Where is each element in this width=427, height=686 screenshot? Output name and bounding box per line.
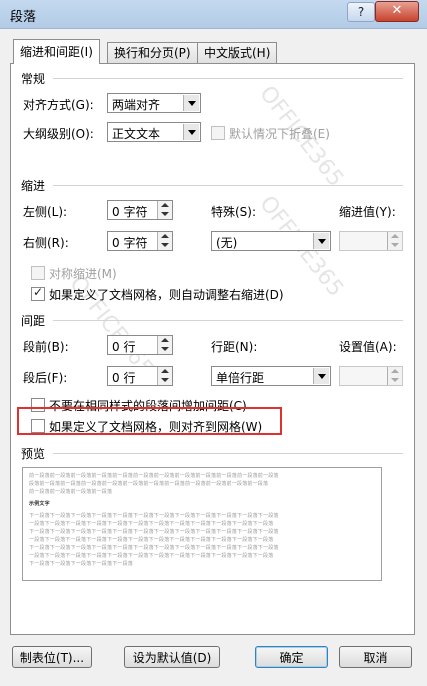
- preview-current-line: 示例文字: [29, 501, 50, 507]
- space-before-spinner[interactable]: 0 行: [107, 335, 173, 355]
- spin-down-icon[interactable]: [157, 210, 172, 219]
- line-spacing-value: 单倍行距: [216, 371, 265, 385]
- mirror-indents-checkbox[interactable]: [31, 266, 45, 280]
- section-preview-heading: 预览: [21, 447, 46, 461]
- alignment-label: 对齐方式(G):: [23, 98, 94, 112]
- preview-prev-line: 前一段落前一段落前一段落前一段落前一段落前一段落前一段落前一段落前一段落前一段落…: [29, 473, 279, 479]
- space-after-value: 0 行: [112, 371, 136, 385]
- auto-adjust-right-indent-checkbox[interactable]: [31, 285, 45, 301]
- annotation-highlight-box: [17, 407, 282, 435]
- preview-next-line: 下一段落下一段落下一段落下一段落下一段落下一段落下一段落下一段落下一段落下一段落…: [29, 513, 279, 519]
- spacing-at-spinner[interactable]: [339, 366, 403, 386]
- chevron-down-icon: [313, 233, 329, 249]
- help-button[interactable]: ?: [347, 2, 375, 22]
- space-before-label: 段前(B):: [23, 340, 69, 354]
- collapsed-checkbox[interactable]: [211, 126, 225, 140]
- space-after-spinner[interactable]: 0 行: [107, 366, 173, 386]
- cancel-button[interactable]: 取消: [339, 646, 412, 668]
- preview-next-line: 一段落下一段落下一段落下一段落下一段落下一段落下一段落下一段落下一段落下一段落下…: [29, 521, 274, 527]
- indent-left-value: 0 字符: [112, 205, 148, 219]
- chevron-down-icon: [183, 95, 199, 111]
- paragraph-preview: 前一段落前一段落前一段落前一段落前一段落前一段落前一段落前一段落前一段落前一段落…: [22, 467, 382, 581]
- dialog-body: 缩进和间距(I) 换行和分页(P) 中文版式(H) OFFICE365 OFFI…: [0, 29, 427, 686]
- spin-down-icon[interactable]: [157, 241, 172, 250]
- space-before-value: 0 行: [112, 340, 136, 354]
- indent-right-value: 0 字符: [112, 236, 148, 250]
- indent-left-label: 左侧(L):: [23, 205, 68, 219]
- preview-prev-line: 段落前一段落前一段落前一段落前一段落前一段落前一段落前一段落前一段落前一段落前一…: [29, 481, 269, 487]
- chevron-down-icon: [313, 368, 329, 384]
- paragraph-dialog: 段落 ? ✕ 缩进和间距(I) 换行和分页(P) 中文版式(H) OFFICE3…: [0, 0, 427, 686]
- collapsed-label: 默认情况下折叠(E): [229, 127, 330, 141]
- preview-next-line: 下一段落下一段落下一段落下一段落下一段落下一段落下一段落下一段落下一段落下一段落…: [29, 545, 279, 551]
- indent-right-spinner[interactable]: 0 字符: [107, 231, 173, 251]
- preview-next-line: 下一段落下一段落下一段落下一段落下一段落下一段落下一段落下一段落下一段落下一段落…: [29, 529, 279, 535]
- indent-by-spinner[interactable]: [339, 231, 403, 251]
- indent-right-label: 右侧(R):: [23, 236, 69, 250]
- section-spacing-heading: 间距: [21, 314, 46, 328]
- close-button[interactable]: ✕: [375, 1, 419, 22]
- spacing-at-label: 设置值(A):: [339, 340, 397, 354]
- set-default-button[interactable]: 设为默认值(D): [124, 646, 220, 668]
- outline-level-dropdown[interactable]: 正文文本: [107, 122, 201, 142]
- divider: [53, 78, 403, 79]
- divider: [53, 453, 403, 454]
- auto-adjust-right-indent-label: 如果定义了文档网格，则自动调整右缩进(D): [49, 288, 284, 302]
- alignment-dropdown[interactable]: 两端对齐: [107, 93, 201, 113]
- preview-prev-line: 前一段落前一段落前一段落前一段落: [29, 489, 113, 495]
- spin-down-icon[interactable]: [157, 376, 172, 385]
- indent-by-label: 缩进值(Y):: [339, 205, 396, 219]
- dialog-title: 段落: [10, 10, 37, 25]
- spin-down-icon[interactable]: [157, 345, 172, 354]
- tab-indents-spacing[interactable]: 缩进和间距(I): [13, 39, 100, 64]
- special-indent-dropdown[interactable]: (无): [211, 231, 331, 251]
- space-after-label: 段后(F):: [23, 371, 68, 385]
- tabs-button[interactable]: 制表位(T)...: [12, 646, 92, 668]
- divider: [53, 320, 403, 321]
- ok-button[interactable]: 确定: [255, 646, 328, 668]
- divider: [53, 185, 403, 186]
- alignment-value: 两端对齐: [112, 98, 161, 112]
- chevron-down-icon: [183, 124, 199, 140]
- special-indent-label: 特殊(S):: [211, 205, 257, 219]
- line-spacing-dropdown[interactable]: 单倍行距: [211, 366, 331, 386]
- tab-asian-typography[interactable]: 中文版式(H): [197, 42, 278, 63]
- preview-next-line: 下一段落下一段落下一段落下一段落下一段落: [29, 561, 134, 567]
- outline-level-value: 正文文本: [112, 127, 161, 141]
- preview-next-line: 一段落下一段落下一段落下一段落下一段落下一段落下一段落下一段落下一段落下一段落下…: [29, 537, 274, 543]
- section-general-heading: 常规: [21, 72, 46, 86]
- outline-level-label: 大纲级别(O):: [23, 127, 94, 141]
- preview-next-line: 一段落下一段落下一段落下一段落下一段落下一段落下一段落下一段落下一段落下一段落下…: [29, 553, 274, 559]
- section-indent-heading: 缩进: [21, 179, 46, 193]
- spin-down-icon[interactable]: [387, 376, 402, 385]
- indent-left-spinner[interactable]: 0 字符: [107, 200, 173, 220]
- line-spacing-label: 行距(N):: [211, 340, 258, 354]
- mirror-indents-label: 对称缩进(M): [49, 267, 117, 281]
- title-bar: 段落 ? ✕: [0, 0, 427, 29]
- special-indent-value: (无): [216, 236, 238, 250]
- tab-line-page-breaks[interactable]: 换行和分页(P): [107, 42, 198, 63]
- spin-down-icon[interactable]: [387, 241, 402, 250]
